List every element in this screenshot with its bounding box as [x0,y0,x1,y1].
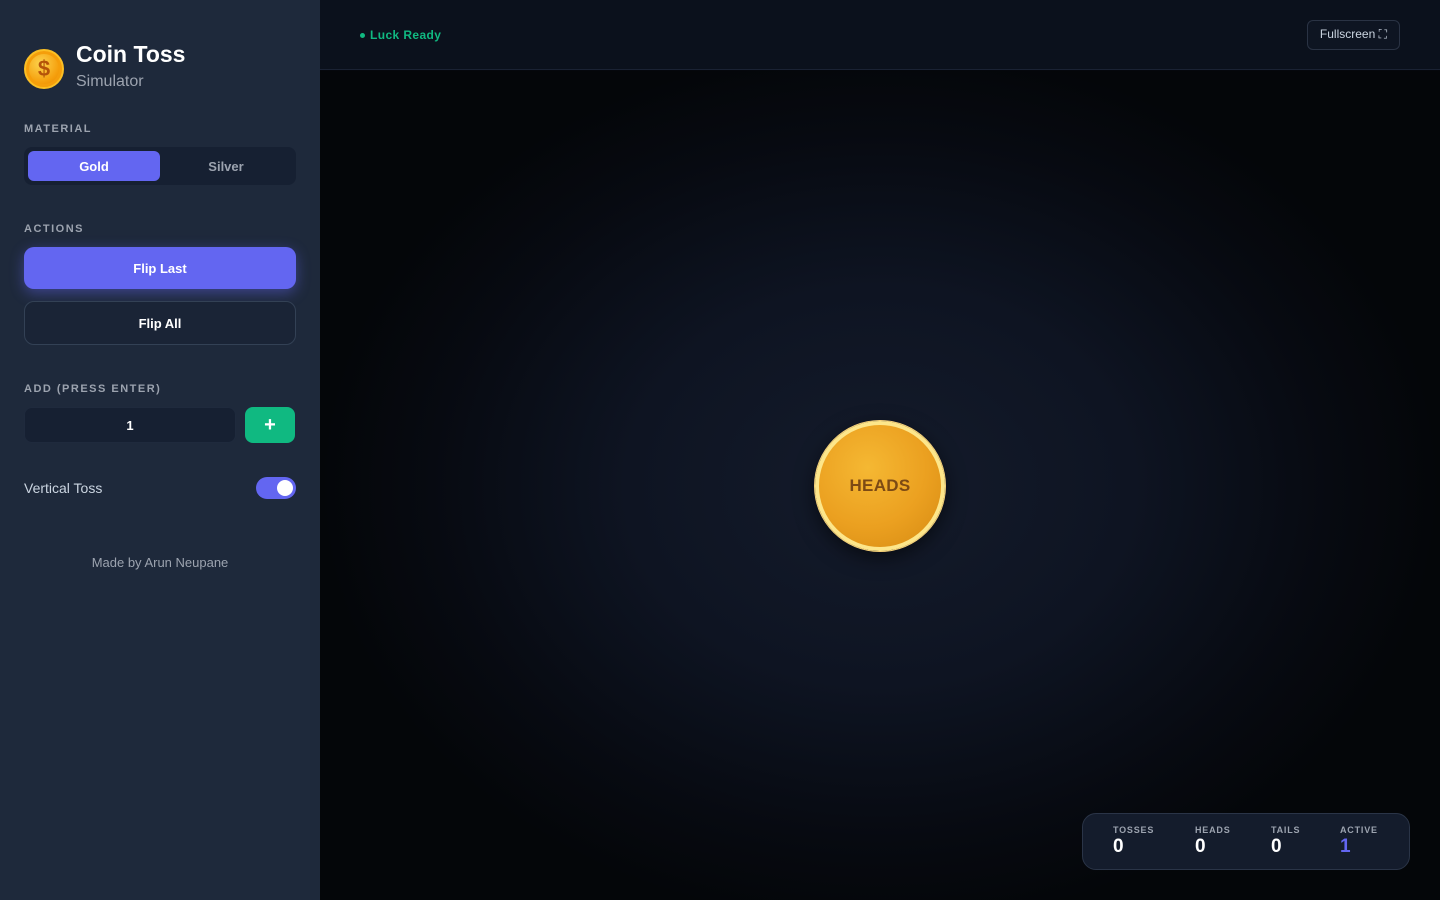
material-gold-option[interactable]: Gold [28,151,160,181]
material-selector: Gold Silver [24,147,296,185]
vertical-toss-toggle[interactable] [256,477,296,499]
stat-active-label: ACTIVE [1340,825,1378,835]
brand-text: Coin Toss Simulator [76,40,185,91]
material-silver-option[interactable]: Silver [160,151,292,181]
stat-tails-value: 0 [1271,836,1282,857]
add-label: ADD (PRESS ENTER) [24,383,162,395]
stat-tosses: TOSSES 0 [1113,825,1195,858]
stat-tosses-value: 0 [1113,836,1124,857]
actions-label: ACTIONS [24,223,84,235]
status-text: Luck Ready [370,27,442,42]
vertical-toss-row: Vertical Toss [24,477,296,499]
stat-heads: HEADS 0 [1195,825,1271,858]
status-indicator: Luck Ready [360,28,441,42]
fullscreen-button[interactable]: Fullscreen ⛶ [1306,19,1400,50]
topbar: Luck Ready Fullscreen ⛶ [320,0,1440,70]
status-dot-icon [360,32,365,38]
vertical-toss-label: Vertical Toss [24,480,103,496]
flip-last-button[interactable]: Flip Last [24,247,296,289]
dollar-coin-icon: $ [24,49,64,89]
main-area: Luck Ready Fullscreen ⛶ HEADS TOSSES 0 H… [320,0,1440,900]
stat-tails: TAILS 0 [1271,825,1340,858]
add-count-input[interactable] [24,407,236,443]
app-title: Coin Toss [76,41,186,67]
coin-stage: HEADS TOSSES 0 HEADS 0 TAILS 0 ACTIVE 1 [320,71,1440,900]
app-subtitle: Simulator [76,73,144,90]
plus-icon: + [264,413,276,436]
add-coin-button[interactable]: + [245,407,295,443]
stat-heads-value: 0 [1195,836,1206,857]
material-label: MATERIAL [24,123,93,135]
stats-panel: TOSSES 0 HEADS 0 TAILS 0 ACTIVE 1 [1082,813,1410,870]
stat-active-value: 1 [1340,836,1351,857]
stat-tails-label: TAILS [1271,825,1301,835]
app-root: $ Coin Toss Simulator MATERIAL Gold Silv… [0,0,1440,900]
flip-all-button[interactable]: Flip All [24,301,296,345]
coin-face-label: HEADS [849,476,911,495]
stat-active: ACTIVE 1 [1340,825,1378,858]
add-row: + [24,407,296,443]
stat-heads-label: HEADS [1195,825,1231,835]
toggle-knob [277,480,293,496]
sidebar: $ Coin Toss Simulator MATERIAL Gold Silv… [0,0,320,900]
coin[interactable]: HEADS [815,421,945,551]
brand: $ Coin Toss Simulator [24,40,296,91]
credit-text: Made by Arun Neupane [91,555,229,570]
stat-tosses-label: TOSSES [1113,825,1155,835]
